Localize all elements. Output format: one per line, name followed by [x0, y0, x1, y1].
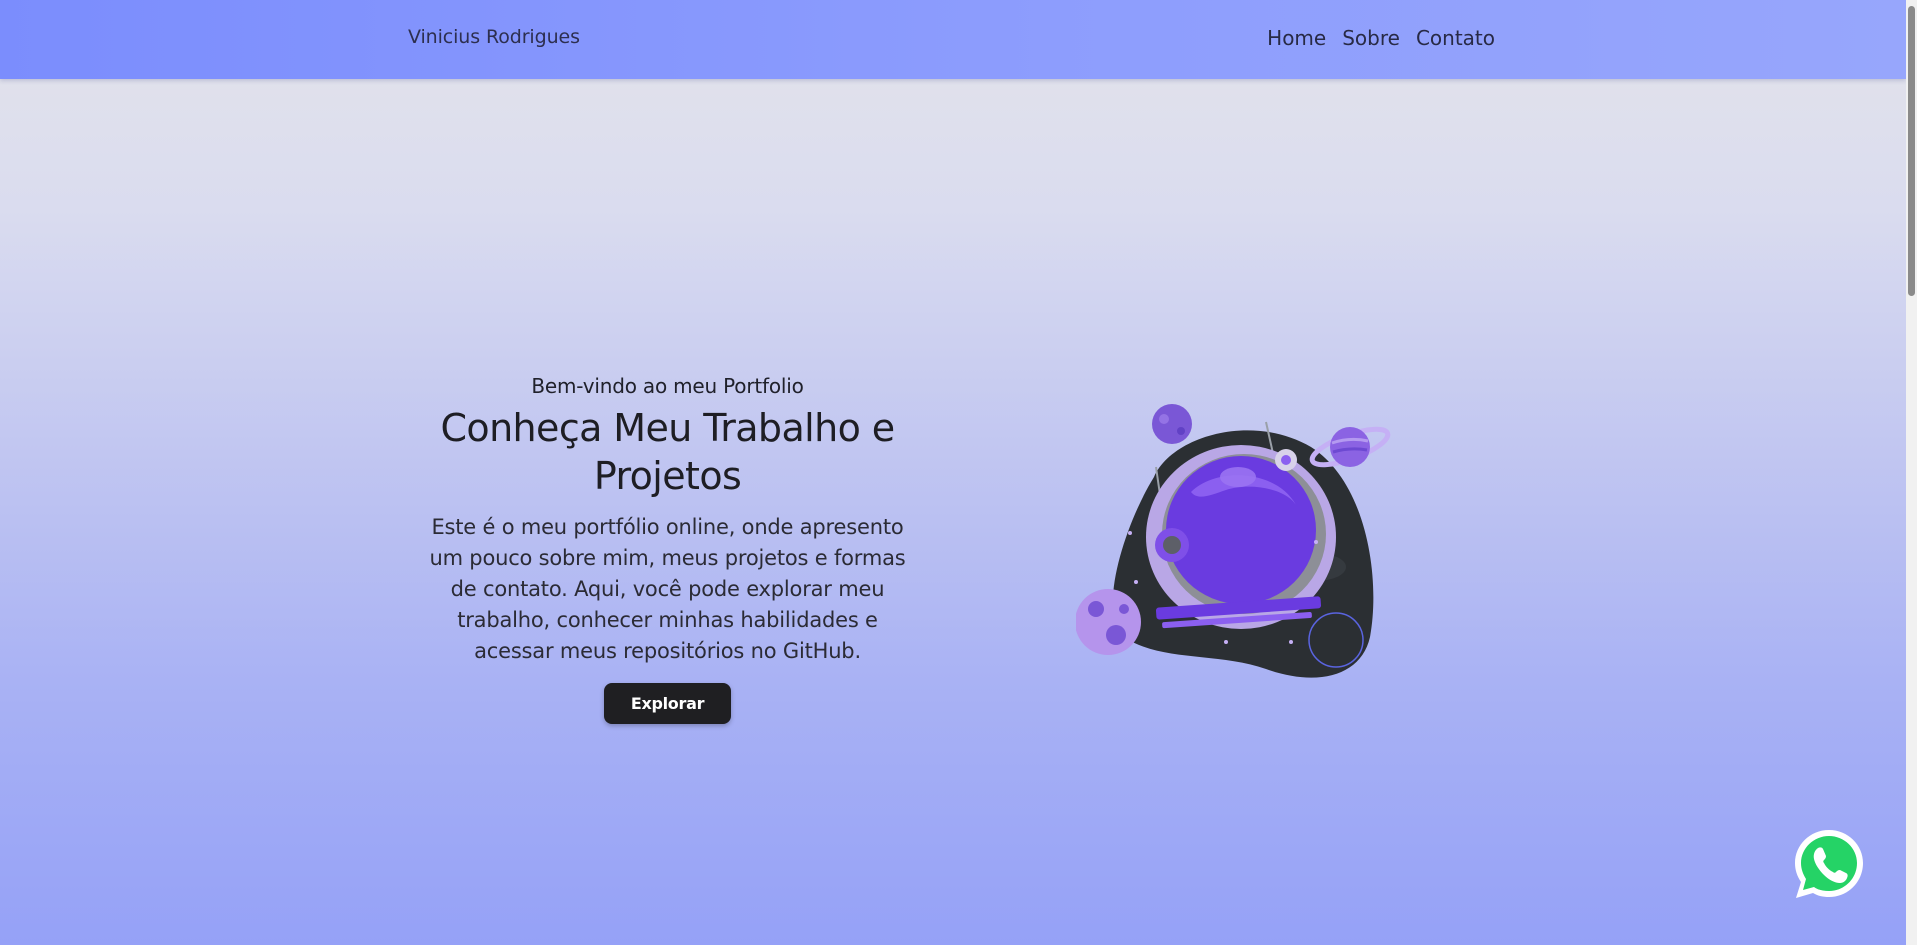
- astronaut-helmet-illustration: [1075, 397, 1392, 682]
- space-illustration-icon: [1075, 404, 1391, 678]
- page-scrollbar[interactable]: [1906, 0, 1917, 945]
- hero-headline-line1: Conheça Meu Trabalho e: [440, 406, 895, 450]
- nav-links: Home Sobre Contato: [1267, 26, 1495, 50]
- nav-link-sobre[interactable]: Sobre: [1342, 26, 1400, 50]
- hero-headline: Conheça Meu Trabalho e Projetos: [420, 404, 915, 500]
- top-navbar: Vinicius Rodrigues Home Sobre Contato: [0, 0, 1906, 79]
- hero-intro: Este é o meu portfólio online, onde apre…: [429, 515, 906, 663]
- nav-link-home[interactable]: Home: [1267, 26, 1326, 50]
- nav-link-contato[interactable]: Contato: [1416, 26, 1495, 50]
- scrollbar-thumb[interactable]: [1908, 6, 1915, 296]
- hero-headline-line2: Projetos: [593, 454, 742, 498]
- explore-button[interactable]: Explorar: [604, 683, 731, 724]
- whatsapp-icon: [1795, 830, 1863, 898]
- hero-section: Bem-vindo ao meu Portfolio Conheça Meu T…: [420, 374, 915, 724]
- hero-kicker: Bem-vindo ao meu Portfolio: [531, 374, 804, 398]
- whatsapp-float-button[interactable]: [1791, 826, 1867, 902]
- brand-name[interactable]: Vinicius Rodrigues: [408, 26, 580, 48]
